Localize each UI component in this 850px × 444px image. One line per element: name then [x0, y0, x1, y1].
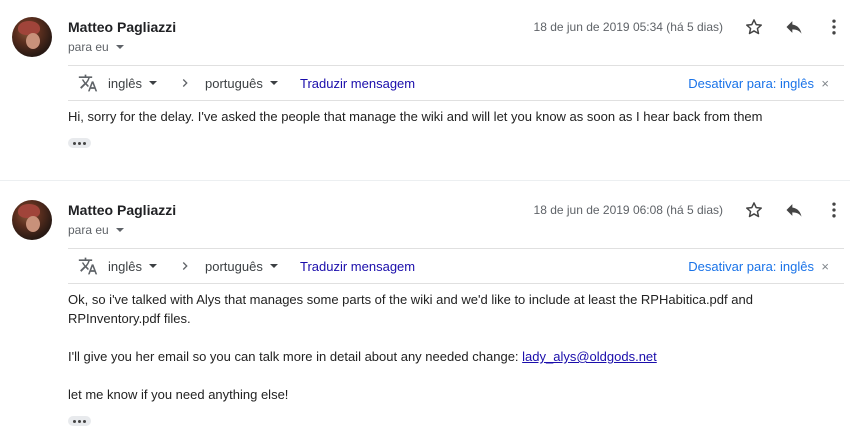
disable-translation-link[interactable]: Desativar para: inglês — [688, 249, 814, 283]
caret-down-icon — [269, 81, 278, 85]
recipient-label: para eu — [68, 223, 109, 237]
translate-icon — [78, 249, 98, 283]
disable-translation-link[interactable]: Desativar para: inglês — [688, 66, 814, 100]
caret-down-icon — [115, 45, 124, 49]
translate-icon — [78, 66, 98, 100]
source-language-select[interactable]: inglês — [108, 66, 157, 100]
more-options-button[interactable] — [824, 200, 844, 220]
source-language-label: inglês — [108, 75, 142, 91]
email-message: Matteo Pagliazzi para eu 18 de jun de 20… — [0, 0, 850, 181]
more-options-button[interactable] — [824, 17, 844, 37]
message-date: 18 de jun de 2019 06:08 (há 5 dias) — [533, 203, 723, 217]
email-link[interactable]: lady_alys@oldgods.net — [522, 349, 657, 364]
reply-arrow-icon — [786, 204, 802, 217]
star-outline-icon — [746, 19, 762, 35]
caret-down-icon — [148, 81, 157, 85]
target-language-select[interactable]: português — [205, 66, 278, 100]
chevron-right-icon — [178, 66, 192, 100]
translation-bar: inglês português Traduzir mensagem Desat… — [68, 248, 844, 284]
translation-bar: inglês português Traduzir mensagem Desat… — [68, 65, 844, 101]
recipient-label: para eu — [68, 40, 109, 54]
show-trimmed-content-button[interactable] — [68, 416, 91, 426]
reply-button[interactable] — [784, 200, 804, 220]
star-outline-icon — [746, 202, 762, 218]
translate-message-link[interactable]: Traduzir mensagem — [300, 66, 415, 100]
source-language-select[interactable]: inglês — [108, 249, 157, 283]
star-button[interactable] — [744, 17, 764, 37]
body-line: RPInventory.pdf files. — [68, 311, 191, 326]
show-trimmed-content-button[interactable] — [68, 138, 91, 148]
more-vertical-icon — [832, 19, 836, 35]
close-icon[interactable]: × — [821, 249, 829, 283]
caret-down-icon — [148, 264, 157, 268]
message-body: Ok, so i've talked with Alys that manage… — [68, 290, 808, 404]
star-button[interactable] — [744, 200, 764, 220]
recipient-dropdown[interactable]: para eu — [68, 223, 124, 237]
target-language-label: português — [205, 258, 263, 274]
body-line: I'll give you her email so you can talk … — [68, 347, 808, 366]
body-text-span: I'll give you her email so you can talk … — [68, 349, 523, 364]
recipient-dropdown[interactable]: para eu — [68, 40, 124, 54]
body-line: Hi, sorry for the delay. I've asked the … — [68, 109, 763, 124]
message-body: Hi, sorry for the delay. I've asked the … — [68, 107, 808, 126]
close-icon[interactable]: × — [821, 66, 829, 100]
body-line: let me know if you need anything else! — [68, 387, 289, 402]
body-line: Ok, so i've talked with Alys that manage… — [68, 292, 753, 307]
translate-message-link[interactable]: Traduzir mensagem — [300, 249, 415, 283]
sender-name[interactable]: Matteo Pagliazzi — [68, 202, 176, 218]
target-language-label: português — [205, 75, 263, 91]
avatar[interactable] — [12, 17, 52, 57]
caret-down-icon — [115, 228, 124, 232]
email-message: Matteo Pagliazzi para eu 18 de jun de 20… — [0, 183, 850, 444]
sender-name[interactable]: Matteo Pagliazzi — [68, 19, 176, 35]
chevron-right-icon — [178, 249, 192, 283]
avatar[interactable] — [12, 200, 52, 240]
more-vertical-icon — [832, 202, 836, 218]
target-language-select[interactable]: português — [205, 249, 278, 283]
source-language-label: inglês — [108, 258, 142, 274]
reply-button[interactable] — [784, 17, 804, 37]
message-date: 18 de jun de 2019 05:34 (há 5 dias) — [533, 20, 723, 34]
reply-arrow-icon — [786, 21, 802, 34]
caret-down-icon — [269, 264, 278, 268]
